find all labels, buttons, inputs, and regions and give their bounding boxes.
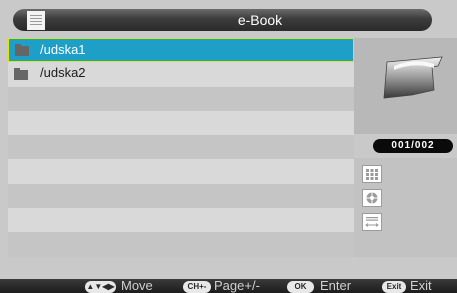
- list-item[interactable]: /udska2: [8, 62, 354, 87]
- empty-row: [8, 135, 354, 160]
- ok-key-icon: OK: [287, 281, 314, 293]
- empty-row: [8, 159, 354, 184]
- folder-icon: [14, 68, 28, 81]
- exit-key-icon: Exit: [382, 281, 406, 293]
- title-bar: e-Book: [0, 0, 457, 38]
- empty-row: [8, 183, 354, 209]
- empty-row: [8, 110, 354, 136]
- empty-row: [8, 232, 354, 257]
- menu-icon[interactable]: [27, 11, 45, 30]
- channel-key-icon: CH+-: [183, 281, 211, 293]
- empty-row: [8, 208, 354, 233]
- list-item[interactable]: /udska1: [8, 38, 354, 63]
- folder-label: /udska1: [40, 42, 86, 57]
- hint-exit-label: Exit: [410, 278, 432, 293]
- hint-page-label: Page+/-: [214, 278, 260, 293]
- book-icon: [383, 56, 443, 99]
- thumbnail-grid-icon[interactable]: [362, 165, 382, 183]
- file-list: /udska1 /udska2: [8, 38, 354, 281]
- arrows-key-icon: ▲▼◀▶: [85, 281, 116, 293]
- settings-wheel-icon[interactable]: [362, 189, 382, 207]
- page-width-icon[interactable]: [362, 213, 382, 231]
- folder-label: /udska2: [40, 65, 86, 81]
- preview-panel: [354, 38, 457, 134]
- app-title: e-Book: [237, 12, 283, 28]
- empty-row: [8, 86, 354, 111]
- hint-move-label: Move: [121, 278, 153, 293]
- hint-enter-label: Enter: [320, 278, 352, 293]
- page-counter: 001/002: [373, 139, 453, 153]
- folder-icon: [15, 44, 29, 56]
